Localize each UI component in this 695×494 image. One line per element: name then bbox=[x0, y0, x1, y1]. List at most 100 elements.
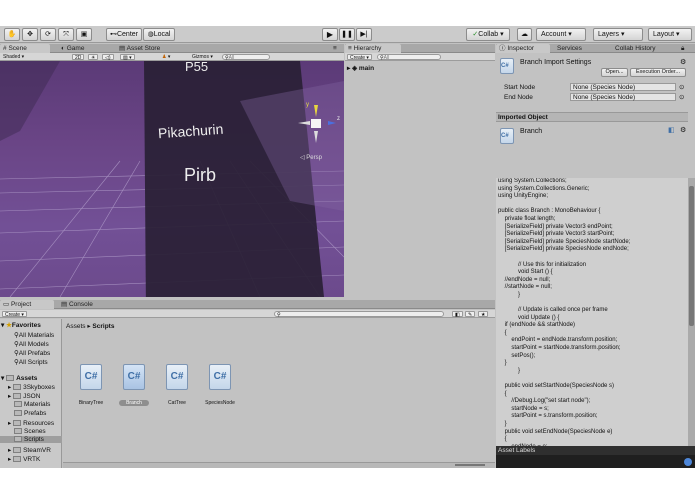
tab-hierarchy[interactable]: ≡ Hierarchy bbox=[345, 44, 401, 53]
pivot-center-button[interactable]: ⊷Center bbox=[106, 28, 142, 41]
layers-dropdown[interactable]: Layers ▾ bbox=[593, 28, 643, 41]
orientation-gizmo-icon[interactable] bbox=[296, 103, 340, 147]
tab-project[interactable]: ▭ Project bbox=[0, 300, 54, 309]
breadcrumb-assets[interactable]: Assets bbox=[66, 323, 86, 330]
layout-dropdown[interactable]: Layout ▾ bbox=[648, 28, 692, 41]
settings-gear-icon[interactable]: ⚙ bbox=[680, 58, 686, 66]
execution-order-button[interactable]: Execution Order... bbox=[630, 68, 686, 77]
end-node-picker-icon[interactable]: ⊙ bbox=[679, 93, 684, 101]
folder-item[interactable]: ▸ SteamVR bbox=[8, 446, 51, 454]
asset-bundle-bar bbox=[496, 455, 695, 468]
hand-tool-button[interactable]: ✋ bbox=[4, 28, 20, 41]
filter-label-icon[interactable]: ✎ bbox=[465, 311, 476, 318]
tab-store-label: Asset Store bbox=[126, 45, 161, 52]
tab-services[interactable]: Services bbox=[554, 44, 594, 53]
panel-menu-icon[interactable]: ≡ bbox=[330, 44, 344, 53]
cloud-button[interactable]: ☁ bbox=[517, 28, 532, 41]
scene-search-input[interactable]: ⚲All bbox=[222, 54, 270, 61]
camera-dropdown[interactable]: ♟ ▾ bbox=[160, 54, 172, 60]
space-local-button[interactable]: ◍Local bbox=[143, 28, 175, 41]
console-icon: ▤ bbox=[61, 301, 68, 308]
step-icon: ▶| bbox=[360, 31, 368, 38]
folder-item[interactable]: ▸ Resources bbox=[8, 419, 54, 427]
folder-item[interactable]: Scenes bbox=[14, 428, 46, 435]
hierarchy-panel bbox=[345, 44, 495, 297]
inspector-scrollbar[interactable] bbox=[688, 178, 695, 468]
pivot-label: Center bbox=[116, 31, 138, 38]
tab-inspector[interactable]: ⓘ Inspector bbox=[496, 44, 550, 53]
inspector-scroll-thumb[interactable] bbox=[689, 186, 694, 326]
folder-item[interactable]: ▸ VRTK bbox=[8, 455, 40, 463]
csharp-icon: C# bbox=[209, 364, 231, 390]
effects-dropdown[interactable]: ▨ ▾ bbox=[120, 54, 135, 61]
tab-asset-store[interactable]: ▤ Asset Store bbox=[116, 44, 176, 53]
project-create-dropdown[interactable]: Create ▾ bbox=[2, 311, 27, 318]
account-dropdown[interactable]: Account ▾ bbox=[536, 28, 586, 41]
project-search-input[interactable]: ⚲ bbox=[274, 311, 444, 318]
fav-item[interactable]: ⚲All Prefabs bbox=[14, 349, 50, 357]
folder-item-selected[interactable]: Scripts bbox=[0, 436, 62, 443]
start-node-field[interactable]: None (Species Node) bbox=[570, 83, 676, 91]
move-tool-button[interactable]: ✥ bbox=[22, 28, 38, 41]
tab-console[interactable]: ▤ Console bbox=[58, 300, 102, 309]
assets-label: Assets bbox=[16, 375, 38, 382]
board-text-top: P55 bbox=[185, 61, 209, 74]
gizmos-dropdown[interactable]: Gizmos ▾ bbox=[190, 54, 215, 60]
code-line: //Debug.Log("set start node"); bbox=[498, 398, 591, 405]
persp-label[interactable]: ◁ Persp bbox=[300, 154, 322, 161]
assets-node[interactable]: ▾ Assets bbox=[1, 374, 37, 382]
board-text-bottom: Pirb bbox=[184, 165, 217, 185]
favorite-star-icon[interactable]: ★ bbox=[478, 311, 489, 318]
imported-gear-icon[interactable]: ⚙ bbox=[680, 126, 686, 134]
tab-hierarchy-label: Hierarchy bbox=[353, 45, 382, 52]
folder-item[interactable]: Prefabs bbox=[14, 410, 46, 417]
scene-view[interactable]: P55 Pikachurin Pirb y z ◁ Persp bbox=[0, 61, 344, 297]
lighting-toggle[interactable]: ☀ bbox=[88, 54, 99, 61]
hierarchy-search-input[interactable]: ⚲All bbox=[377, 54, 441, 61]
2d-toggle[interactable]: 2D bbox=[72, 54, 85, 61]
end-node-field[interactable]: None (Species Node) bbox=[570, 93, 676, 101]
folder-item[interactable]: ▸ JSON bbox=[8, 392, 40, 400]
script-asset[interactable]: C# BinaryTree bbox=[76, 364, 106, 406]
scene-tabbar: # Scene ◐ Game ▤ Asset Store ≡ bbox=[0, 44, 344, 53]
fav-item[interactable]: ⚲All Models bbox=[14, 340, 49, 348]
tab-collab-history[interactable]: Collab History bbox=[612, 44, 672, 53]
audio-toggle[interactable]: ◁) bbox=[102, 54, 114, 61]
filter-type-icon[interactable]: ◧ bbox=[452, 311, 463, 318]
play-button[interactable]: ▶ bbox=[322, 28, 338, 41]
fav-item[interactable]: ⚲All Materials bbox=[14, 331, 54, 339]
folder-item[interactable]: Materials bbox=[14, 401, 50, 408]
code-line: public void setStartNode(SpeciesNode s) bbox=[498, 383, 615, 390]
start-node-picker-icon[interactable]: ⊙ bbox=[679, 83, 684, 91]
code-line: { bbox=[498, 390, 507, 397]
script-asset-selected[interactable]: C# Branch bbox=[119, 364, 149, 406]
collab-dropdown[interactable]: ✓Collab ▾ bbox=[466, 28, 510, 41]
pause-button[interactable]: ❚❚ bbox=[339, 28, 355, 41]
asset-label: Branch bbox=[119, 400, 149, 406]
main-toolbar: ✋ ✥ ⟳ ⤧ ▣ ⊷Center ◍Local ▶ ❚❚ ▶| ✓Collab… bbox=[0, 26, 695, 43]
folder-item[interactable]: ▸ 3Skyboxes bbox=[8, 383, 55, 391]
folder-label: Materials bbox=[24, 401, 51, 408]
step-button[interactable]: ▶| bbox=[356, 28, 372, 41]
code-line: { bbox=[498, 436, 507, 443]
open-button[interactable]: Open... bbox=[601, 68, 628, 77]
script-asset[interactable]: C# SpeciesNode bbox=[205, 364, 235, 406]
lock-icon[interactable]: 🔒︎ bbox=[678, 44, 694, 53]
fav-item[interactable]: ⚲All Scripts bbox=[14, 358, 48, 366]
shading-dropdown[interactable]: Shaded ▾ bbox=[1, 54, 63, 60]
script-asset[interactable]: C# CatTree bbox=[162, 364, 192, 406]
tab-game[interactable]: ◐ Game bbox=[58, 44, 108, 53]
icon-size-slider[interactable] bbox=[455, 464, 485, 466]
folder-icon bbox=[14, 410, 22, 416]
rect-tool-button[interactable]: ▣ bbox=[76, 28, 92, 41]
favorites-node[interactable]: ▾ ★Favorites bbox=[1, 321, 41, 329]
breadcrumb-scripts[interactable]: Scripts bbox=[92, 323, 114, 330]
scale-tool-button[interactable]: ⤧ bbox=[58, 28, 74, 41]
tab-scene[interactable]: # Scene bbox=[0, 44, 50, 53]
hierarchy-create-dropdown[interactable]: Create ▾ bbox=[347, 54, 372, 61]
rotate-tool-button[interactable]: ⟳ bbox=[40, 28, 56, 41]
hierarchy-item-main[interactable]: ▸ ◈ main bbox=[347, 64, 374, 72]
tab-project-label: Project bbox=[10, 301, 32, 308]
help-book-icon[interactable]: ◧ bbox=[668, 126, 675, 134]
